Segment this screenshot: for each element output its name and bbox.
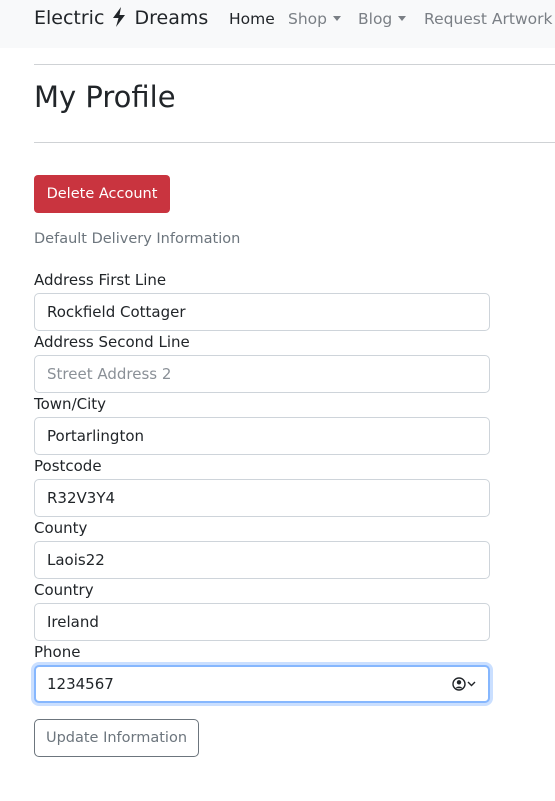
brand-logo[interactable]: Electric Dreams <box>34 7 208 29</box>
divider-top <box>34 64 555 65</box>
brand-text-dreams: Dreams <box>134 7 209 29</box>
country-input[interactable] <box>34 603 490 641</box>
county-input[interactable] <box>34 541 490 579</box>
address-line2-input[interactable] <box>34 355 490 393</box>
country-label: Country <box>34 581 94 599</box>
county-label: County <box>34 519 88 537</box>
nav-home[interactable]: Home <box>229 10 275 28</box>
address-line1-input[interactable] <box>34 293 490 331</box>
divider-bottom <box>34 142 555 143</box>
section-label: Default Delivery Information <box>34 231 241 247</box>
caret-down-icon <box>398 16 407 21</box>
autofill-contact-icon[interactable] <box>452 676 478 692</box>
lightning-bolt-icon <box>113 7 126 27</box>
postcode-label: Postcode <box>34 457 102 475</box>
address-line1-label: Address First Line <box>34 271 167 289</box>
town-city-input[interactable] <box>34 417 490 455</box>
address-line2-label: Address Second Line <box>34 333 190 351</box>
nav-request-artwork[interactable]: Request Artwork <box>424 10 552 28</box>
navbar: Electric Dreams Home Shop Blog Request A… <box>0 0 555 48</box>
update-information-button[interactable]: Update Information <box>34 719 199 757</box>
phone-label: Phone <box>34 643 81 661</box>
caret-down-icon <box>333 16 341 21</box>
town-city-label: Town/City <box>34 395 107 413</box>
chevron-down-icon <box>467 681 476 687</box>
nav-blog[interactable]: Blog <box>358 10 407 28</box>
postcode-input[interactable] <box>34 479 490 517</box>
page-title: My Profile <box>34 80 176 114</box>
nav-shop-label: Shop <box>288 10 327 28</box>
nav-blog-label: Blog <box>358 10 393 28</box>
nav-shop[interactable]: Shop <box>288 10 341 28</box>
delete-account-button[interactable]: Delete Account <box>34 175 170 213</box>
phone-input[interactable] <box>34 665 490 703</box>
brand-text-electric: Electric <box>34 7 105 29</box>
